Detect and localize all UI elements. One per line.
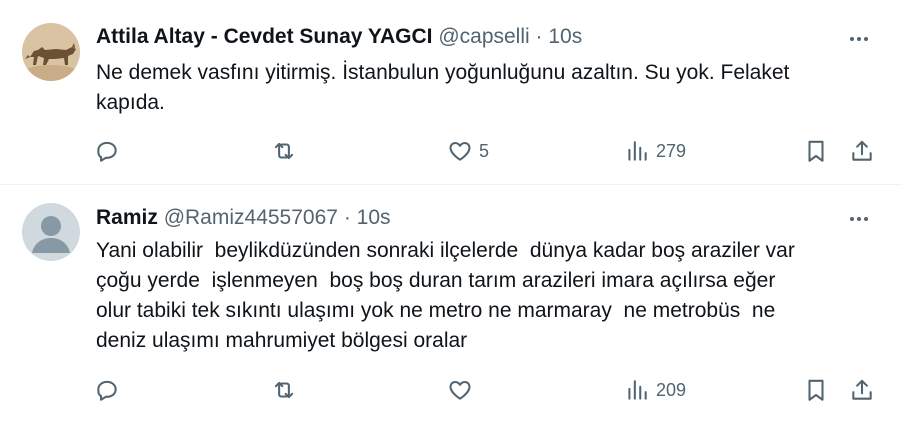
views-button[interactable]: 209	[624, 373, 686, 407]
author-handle[interactable]: @capselli	[438, 25, 529, 48]
timestamp[interactable]: 10s	[548, 25, 582, 48]
bookmark-button[interactable]	[803, 134, 829, 168]
tweet-text-line: olur tabiki tek sıkıntı ulaşımı yok ne m…	[96, 299, 776, 322]
default-avatar-image	[22, 203, 80, 261]
reply-button[interactable]	[94, 373, 120, 407]
separator-dot: ·	[343, 206, 351, 229]
retweet-icon	[274, 381, 294, 399]
tweet-text-line: Yani olabilir beylikdüzünden sonraki ilç…	[96, 239, 795, 262]
bookmark-button[interactable]	[803, 373, 829, 407]
tweet-text-line: deniz ulaşımı mahrumiyet bölgesi oralar	[96, 329, 468, 352]
tweet[interactable]: Attila Altay - Cevdet Sunay YAGCI @capse…	[0, 0, 902, 185]
more-icon[interactable]	[846, 26, 872, 52]
views-button[interactable]: 279	[624, 134, 686, 168]
timestamp[interactable]: 10s	[357, 206, 391, 229]
tweet-actions: 209	[0, 373, 902, 407]
retweet-button[interactable]	[271, 134, 297, 168]
share-button[interactable]	[849, 373, 875, 407]
more-icon[interactable]	[846, 206, 872, 232]
tweet-header: Attila Altay - Cevdet Sunay YAGCI @capse…	[96, 25, 582, 49]
bookmark-icon	[808, 140, 824, 162]
tweet-text-line: çoğu yerde işlenmeyen boş boş duran tarı…	[96, 269, 776, 292]
reply-icon	[97, 380, 117, 401]
wolf-avatar-image	[22, 23, 80, 81]
views-icon	[628, 141, 647, 161]
share-button[interactable]	[849, 134, 875, 168]
reply-button[interactable]	[94, 134, 120, 168]
author-name[interactable]: Ramiz	[96, 206, 158, 229]
heart-icon	[449, 380, 471, 400]
share-icon	[852, 379, 872, 400]
separator-dot: ·	[535, 25, 543, 48]
views-count: 209	[656, 379, 687, 400]
like-count: 5	[479, 140, 490, 161]
retweet-button[interactable]	[271, 373, 297, 407]
views-icon	[628, 380, 647, 400]
retweet-icon	[274, 142, 294, 160]
tweet-text-line: kapıda.	[96, 91, 165, 114]
tweet-text: Ne demek vasfını yitirmiş. İstanbulun yo…	[96, 58, 876, 118]
tweet[interactable]: Ramiz @Ramiz44557067 · 10s Yani olabilir…	[0, 185, 902, 422]
like-button[interactable]: 5	[447, 134, 489, 168]
share-icon	[852, 140, 872, 161]
heart-icon	[449, 141, 471, 161]
avatar[interactable]	[22, 203, 80, 261]
tweet-header: Ramiz @Ramiz44557067 · 10s	[96, 206, 391, 230]
bookmark-icon	[808, 379, 824, 401]
avatar[interactable]	[22, 23, 80, 81]
like-button[interactable]	[447, 373, 473, 407]
tweet-actions: 5 279	[0, 134, 902, 168]
tweet-text: Yani olabilir beylikdüzünden sonraki ilç…	[96, 236, 876, 356]
author-handle[interactable]: @Ramiz44557067	[164, 206, 338, 229]
reply-icon	[97, 141, 117, 162]
author-name[interactable]: Attila Altay - Cevdet Sunay YAGCI	[96, 25, 432, 48]
views-count: 279	[656, 140, 687, 161]
tweet-text-line: Ne demek vasfını yitirmiş. İstanbulun yo…	[96, 61, 790, 84]
